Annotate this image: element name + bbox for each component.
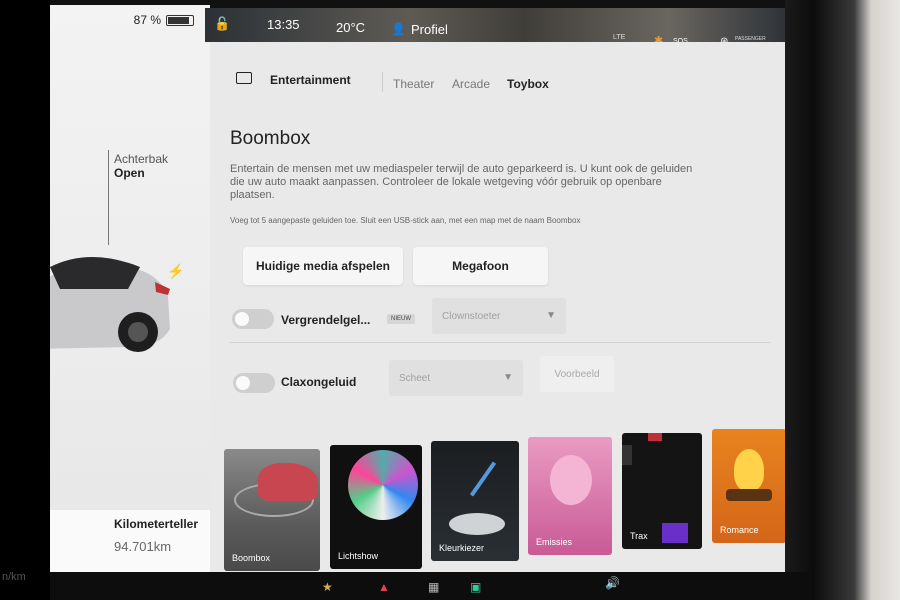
theater-icon[interactable]: ▦ — [428, 580, 439, 594]
entertainment-panel: Entertainment Theater Arcade Toybox Boom… — [210, 42, 785, 572]
horn-sound-select[interactable]: Scheet ▼ — [389, 360, 523, 396]
screen-bezel-right — [785, 0, 900, 600]
chevron-down-icon: ▼ — [503, 372, 513, 383]
trax-block-red — [648, 433, 662, 441]
lock-sound-select[interactable]: Clownstoeter ▼ — [432, 298, 566, 334]
logs-graphic — [726, 489, 772, 501]
fire-graphic — [734, 449, 764, 491]
preview-button[interactable]: Voorbeeld — [540, 356, 614, 392]
disco-ball-graphic — [348, 450, 418, 520]
tile-trax[interactable]: Trax — [622, 433, 702, 549]
trunk-state[interactable]: Open — [114, 166, 145, 180]
brush-graphic — [469, 461, 497, 497]
app-dock: ★ ▲ ▦ ▣ 🔊 — [280, 576, 680, 600]
tile-label: Trax — [630, 531, 648, 541]
charge-bolt-icon: ⚡ — [167, 263, 185, 279]
horn-sound-toggle[interactable] — [233, 373, 275, 393]
lock-sound-toggle[interactable] — [232, 309, 274, 329]
entertainment-title: Entertainment — [270, 73, 351, 87]
trunk-pointer-line — [108, 150, 109, 245]
car-graphic — [449, 513, 505, 535]
toybox-icon[interactable]: ★ — [322, 580, 333, 594]
horn-sound-label: Claxongeluid — [281, 375, 357, 389]
outside-temperature: 20°C — [336, 20, 366, 35]
usb-note: Voeg tot 5 aangepaste geluiden toe. Slui… — [230, 216, 581, 225]
tile-color-picker[interactable]: Kleurkiezer — [431, 441, 519, 561]
megaphone-button[interactable]: Megafoon — [413, 247, 548, 285]
tab-divider — [382, 72, 383, 92]
car-image[interactable] — [50, 237, 170, 367]
trax-block-purple — [662, 523, 688, 543]
tile-romance[interactable]: Romance — [712, 429, 785, 543]
tile-emissions[interactable]: Emissies — [528, 437, 612, 555]
cushion-graphic — [550, 455, 592, 505]
tab-toybox[interactable]: Toybox — [507, 77, 549, 91]
horn-sound-value: Scheet — [399, 372, 431, 384]
tile-boombox[interactable]: Boombox — [224, 449, 320, 571]
new-badge: NIEUW — [387, 314, 415, 324]
battery-icon — [166, 14, 194, 26]
trunk-label[interactable]: Achterbak — [114, 152, 168, 166]
battery-indicator: 87 % — [134, 13, 194, 27]
lock-sound-label: Vergrendelgel... — [281, 313, 371, 327]
boombox-car-graphic — [258, 463, 318, 501]
tab-arcade[interactable]: Arcade — [452, 77, 490, 91]
chevron-down-icon: ▼ — [546, 310, 556, 321]
odometer-label: Kilometerteller — [114, 517, 199, 531]
odometer-value: 94.701km — [114, 539, 171, 554]
section-description: Entertain de mensen met uw mediaspeler t… — [230, 163, 693, 201]
car-status-panel: 87 % Achterbak Open ⚡ Kilometerteller 94… — [50, 5, 210, 572]
clock: 13:35 — [267, 17, 300, 32]
lock-sound-value: Clownstoeter — [442, 310, 501, 322]
tab-theater[interactable]: Theater — [393, 77, 434, 91]
tile-label: Kleurkiezer — [439, 543, 485, 553]
status-bar: 🔓 13:35 20°C 👤 Profiel LTE ✱ SOS ⊛ PASSE… — [205, 8, 785, 48]
speed-unit: n/km — [2, 571, 26, 583]
play-media-button[interactable]: Huidige media afspelen — [243, 247, 403, 285]
odometer-number: 94.701 — [114, 539, 154, 554]
odometer-unit: km — [153, 539, 172, 554]
tile-label: Emissies — [536, 537, 573, 547]
tile-lightshow[interactable]: Lichtshow — [330, 445, 422, 569]
apps-icon[interactable]: ▣ — [470, 580, 481, 594]
row-divider — [230, 342, 770, 343]
lte-indicator: LTE — [613, 34, 626, 41]
tile-label: Lichtshow — [338, 551, 379, 561]
volume-icon[interactable]: 🔊 — [605, 576, 620, 590]
tile-label: Romance — [720, 525, 759, 535]
navigation-icon[interactable]: ▲ — [378, 580, 390, 594]
trax-block-grey — [622, 445, 632, 465]
profile-button[interactable]: Profiel — [411, 22, 448, 37]
tile-label: Boombox — [232, 553, 271, 563]
user-icon[interactable]: 👤 — [391, 22, 406, 36]
entertainment-icon — [236, 72, 252, 84]
battery-percent: 87 % — [133, 13, 161, 27]
section-title: Boombox — [230, 128, 311, 149]
lock-icon[interactable]: 🔓 — [214, 16, 230, 32]
